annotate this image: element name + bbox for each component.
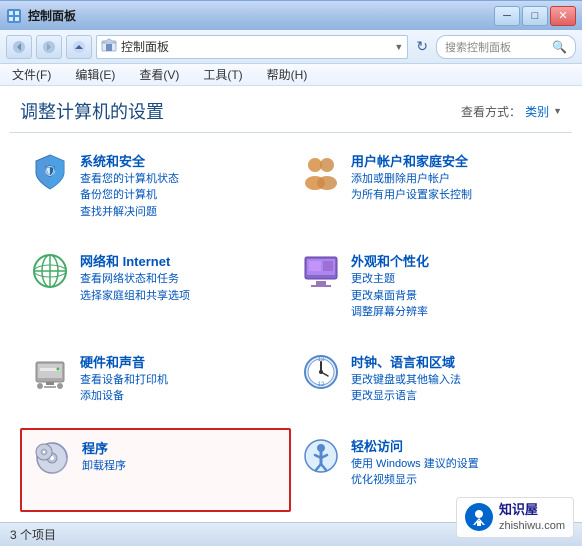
search-icon[interactable]: 🔍: [552, 40, 567, 54]
clock-title[interactable]: 时钟、语言和区域: [351, 352, 552, 371]
toolbar: 控制面板 ▼ ↻ 搜索控制面板 🔍: [0, 30, 582, 64]
network-title[interactable]: 网络和 Internet: [80, 251, 281, 270]
network-links: 查看网络状态和任务 选择家庭组和共享选项: [80, 272, 281, 304]
watermark-site: 知识屋: [499, 502, 565, 519]
svg-text:12: 12: [318, 382, 325, 388]
category-programs[interactable]: 程序 卸载程序: [20, 428, 291, 512]
minimize-button[interactable]: ─: [494, 6, 520, 26]
users-link-1[interactable]: 为所有用户设置家长控制: [351, 188, 552, 203]
clock-info: 时钟、语言和区域 更改键盘或其他输入法 更改显示语言: [351, 352, 552, 405]
security-icon: 🛡: [30, 151, 70, 191]
view-type[interactable]: 类别: [525, 103, 549, 120]
category-network[interactable]: 网络和 Internet 查看网络状态和任务 选择家庭组和共享选项: [20, 243, 291, 343]
address-text: 控制面板: [121, 38, 390, 55]
category-clock[interactable]: 12 12 时钟、语言和区域 更改键盘或其他输入法 更改显示语言: [291, 344, 562, 428]
watermark-text: 知识屋 zhishiwu.com: [499, 502, 565, 533]
users-links: 添加或删除用户帐户 为所有用户设置家长控制: [351, 172, 552, 204]
hardware-info: 硬件和声音 查看设备和打印机 添加设备: [80, 352, 281, 405]
security-title[interactable]: 系统和安全: [80, 151, 281, 170]
title-bar-left: 控制面板: [6, 7, 76, 24]
network-link-0[interactable]: 查看网络状态和任务: [80, 272, 281, 287]
main-content: 调整计算机的设置 查看方式： 类别 ▼ 🛡 系统和安全 查看您的计算机状态: [0, 86, 582, 522]
menu-view[interactable]: 查看(V): [135, 64, 183, 85]
access-info: 轻松访问 使用 Windows 建议的设置 优化视频显示: [351, 436, 552, 489]
hardware-title[interactable]: 硬件和声音: [80, 352, 281, 371]
security-link-0[interactable]: 查看您的计算机状态: [80, 172, 281, 187]
security-link-2[interactable]: 查找并解决问题: [80, 205, 281, 220]
programs-link-0[interactable]: 卸载程序: [82, 459, 279, 474]
hardware-links: 查看设备和打印机 添加设备: [80, 373, 281, 405]
category-appearance[interactable]: 外观和个性化 更改主题 更改桌面背景 调整屏幕分辨率: [291, 243, 562, 343]
network-link-1[interactable]: 选择家庭组和共享选项: [80, 289, 281, 304]
watermark-sub: zhishiwu.com: [499, 519, 565, 533]
search-placeholder: 搜索控制面板: [445, 39, 548, 55]
window-title: 控制面板: [28, 7, 76, 24]
appearance-link-2[interactable]: 调整屏幕分辨率: [351, 305, 552, 320]
security-links: 查看您的计算机状态 备份您的计算机 查找并解决问题: [80, 172, 281, 220]
appearance-title[interactable]: 外观和个性化: [351, 251, 552, 270]
back-button[interactable]: [6, 35, 32, 59]
hardware-link-1[interactable]: 添加设备: [80, 389, 281, 404]
watermark: 知识屋 zhishiwu.com: [456, 497, 574, 538]
users-title[interactable]: 用户帐户和家庭安全: [351, 151, 552, 170]
appearance-link-0[interactable]: 更改主题: [351, 272, 552, 287]
category-hardware[interactable]: 硬件和声音 查看设备和打印机 添加设备: [20, 344, 291, 428]
access-links: 使用 Windows 建议的设置 优化视频显示: [351, 457, 552, 489]
refresh-button[interactable]: ↻: [412, 38, 432, 55]
hardware-link-0[interactable]: 查看设备和打印机: [80, 373, 281, 388]
menu-help[interactable]: 帮助(H): [263, 64, 312, 85]
clock-links: 更改键盘或其他输入法 更改显示语言: [351, 373, 552, 405]
view-label: 查看方式：: [461, 103, 521, 120]
menu-bar: 文件(F) 编辑(E) 查看(V) 工具(T) 帮助(H): [0, 64, 582, 86]
title-bar: 控制面板 ─ □ ✕: [0, 0, 582, 30]
page-title: 调整计算机的设置: [20, 98, 164, 124]
maximize-button[interactable]: □: [522, 6, 548, 26]
clock-icon: 12 12: [301, 352, 341, 392]
svg-text:🛡: 🛡: [42, 164, 57, 178]
appearance-link-1[interactable]: 更改桌面背景: [351, 289, 552, 304]
close-button[interactable]: ✕: [550, 6, 576, 26]
search-bar[interactable]: 搜索控制面板 🔍: [436, 35, 576, 59]
watermark-icon: [465, 503, 493, 531]
network-info: 网络和 Internet 查看网络状态和任务 选择家庭组和共享选项: [80, 251, 281, 304]
appearance-info: 外观和个性化 更改主题 更改桌面背景 调整屏幕分辨率: [351, 251, 552, 320]
view-dropdown-arrow[interactable]: ▼: [553, 106, 562, 116]
items-count: 3 个项目: [10, 526, 56, 543]
security-link-1[interactable]: 备份您的计算机: [80, 188, 281, 203]
clock-link-1[interactable]: 更改显示语言: [351, 389, 552, 404]
network-icon: [30, 251, 70, 291]
clock-link-0[interactable]: 更改键盘或其他输入法: [351, 373, 552, 388]
security-info: 系统和安全 查看您的计算机状态 备份您的计算机 查找并解决问题: [80, 151, 281, 220]
category-users[interactable]: 用户帐户和家庭安全 添加或删除用户帐户 为所有用户设置家长控制: [291, 143, 562, 243]
forward-button[interactable]: [36, 35, 62, 59]
appearance-links: 更改主题 更改桌面背景 调整屏幕分辨率: [351, 272, 552, 320]
menu-edit[interactable]: 编辑(E): [71, 64, 119, 85]
address-bar[interactable]: 控制面板 ▼: [96, 35, 408, 59]
up-button[interactable]: [66, 35, 92, 59]
view-options: 查看方式： 类别 ▼: [461, 103, 562, 120]
menu-tools[interactable]: 工具(T): [199, 64, 246, 85]
access-link-0[interactable]: 使用 Windows 建议的设置: [351, 457, 552, 472]
appearance-icon: [301, 251, 341, 291]
access-link-1[interactable]: 优化视频显示: [351, 473, 552, 488]
menu-file[interactable]: 文件(F): [8, 64, 55, 85]
address-dropdown-arrow[interactable]: ▼: [394, 42, 403, 52]
access-title[interactable]: 轻松访问: [351, 436, 552, 455]
users-info: 用户帐户和家庭安全 添加或删除用户帐户 为所有用户设置家长控制: [351, 151, 552, 204]
users-icon: [301, 151, 341, 191]
svg-text:12: 12: [318, 357, 325, 363]
programs-icon: [32, 438, 72, 478]
categories-grid: 🛡 系统和安全 查看您的计算机状态 备份您的计算机 查找并解决问题: [0, 133, 582, 522]
content-header: 调整计算机的设置 查看方式： 类别 ▼: [0, 86, 582, 132]
hardware-icon: [30, 352, 70, 392]
users-link-0[interactable]: 添加或删除用户帐户: [351, 172, 552, 187]
category-security[interactable]: 🛡 系统和安全 查看您的计算机状态 备份您的计算机 查找并解决问题: [20, 143, 291, 243]
title-controls: ─ □ ✕: [494, 6, 576, 26]
programs-title[interactable]: 程序: [82, 438, 279, 457]
programs-info: 程序 卸载程序: [82, 438, 279, 474]
window-icon: [6, 8, 22, 24]
address-icon: [101, 37, 117, 56]
access-icon: [301, 436, 341, 476]
programs-links: 卸载程序: [82, 459, 279, 474]
